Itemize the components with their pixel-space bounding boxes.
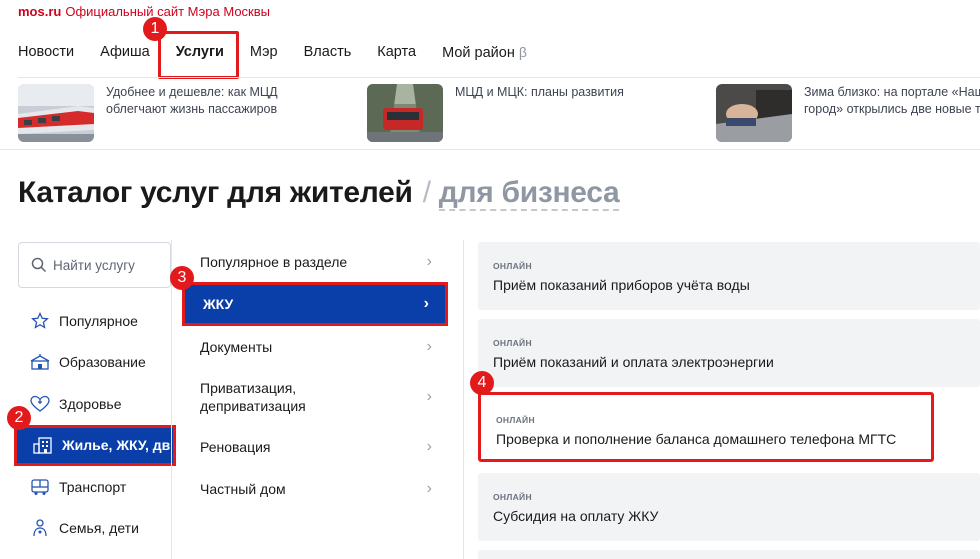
category-label: Популярное xyxy=(59,312,138,329)
chevron-right-icon: › xyxy=(426,338,432,355)
category-list: Популярное Образование Здоровье Жилье, Ж… xyxy=(14,300,176,549)
education-icon xyxy=(30,353,50,371)
step-badge-3: 3 xyxy=(170,266,194,290)
service-card[interactable]: ОНЛАЙН Приём показаний приборов учёта во… xyxy=(478,242,980,310)
nav-item-government[interactable]: Власть xyxy=(304,44,352,61)
column-divider xyxy=(171,240,172,559)
subcategory-list: Популярное в разделе › ЖКУ › Документы ›… xyxy=(182,242,448,510)
brand-logo[interactable]: mos.ru xyxy=(18,4,61,19)
chevron-right-icon: › xyxy=(423,295,429,312)
subcategory-label: Популярное в разделе xyxy=(200,254,348,270)
subcategory-label: Приватизация, деприватизация xyxy=(200,380,306,414)
nav-item-afisha[interactable]: Афиша xyxy=(100,44,150,61)
step-badge-4: 4 xyxy=(470,371,494,395)
news-title-line-1: Удобнее и дешевле: как МЦД xyxy=(106,85,278,99)
news-title-line-1: МЦД и МЦК: планы развития xyxy=(455,85,624,99)
subcategory-item-popular[interactable]: Популярное в разделе › xyxy=(182,242,448,282)
star-icon xyxy=(30,311,50,330)
news-title: МЦД и МЦК: планы развития xyxy=(455,84,624,142)
business-catalog-link[interactable]: для бизнеса xyxy=(438,176,620,211)
site-brand[interactable]: mos.ru Официальный сайт Мэра Москвы xyxy=(18,4,270,19)
chevron-right-icon: › xyxy=(426,253,432,270)
news-thumbnail xyxy=(716,84,792,142)
service-card[interactable]: ОНЛАЙН Проверка и пополнение баланса дом… xyxy=(478,392,934,462)
subcategory-item-renovation[interactable]: Реновация › xyxy=(182,426,448,468)
subcategory-label: Документы xyxy=(200,339,273,355)
nav-item-map[interactable]: Карта xyxy=(377,44,416,61)
health-icon xyxy=(30,395,50,413)
page-title: Каталог услуг для жителей / для бизнеса xyxy=(18,176,620,211)
news-title: Удобнее и дешевле: как МЦД облегчают жиз… xyxy=(106,84,278,142)
service-card[interactable]: ОНЛАЙН Субсидия на оплату ЖКУ xyxy=(478,473,980,541)
beta-badge: β xyxy=(518,44,527,60)
news-title-line-2: город» открылись две новые т xyxy=(804,102,980,116)
online-badge: ОНЛАЙН xyxy=(496,415,535,425)
subcategory-label: Реновация xyxy=(200,439,271,455)
category-label: Транспорт xyxy=(59,478,127,495)
top-nav: Новости Афиша Услуги Мэр Власть Карта Мо… xyxy=(18,44,553,61)
online-badge: ОНЛАЙН xyxy=(493,338,532,348)
news-card[interactable]: Удобнее и дешевле: как МЦД облегчают жиз… xyxy=(18,84,278,142)
category-label: Здоровье xyxy=(59,395,122,412)
service-search-input[interactable]: Найти услугу xyxy=(18,242,171,288)
nav-item-mayor[interactable]: Мэр xyxy=(250,44,278,61)
page-title-main: Каталог услуг для жителей xyxy=(18,176,413,209)
news-card[interactable]: МЦД и МЦК: планы развития xyxy=(367,84,624,142)
online-badge: ОНЛАЙН xyxy=(493,261,532,271)
news-title: Зима близко: на портале «Наш город» откр… xyxy=(804,84,980,142)
subcategory-label: ЖКУ xyxy=(203,296,234,312)
search-placeholder: Найти услугу xyxy=(53,257,135,273)
nav-item-my-district-label: Мой район xyxy=(442,45,515,61)
subcategory-item-privatization[interactable]: Приватизация, деприватизация › xyxy=(182,368,448,426)
category-label: Семья, дети xyxy=(59,520,139,537)
category-item-popular[interactable]: Популярное xyxy=(14,300,176,342)
service-card[interactable] xyxy=(478,550,980,559)
category-item-health[interactable]: Здоровье xyxy=(14,383,176,425)
news-title-line-1: Зима близко: на портале «Наш xyxy=(804,85,980,99)
search-icon xyxy=(31,257,47,273)
category-item-education[interactable]: Образование xyxy=(14,342,176,384)
category-label: Образование xyxy=(59,354,146,371)
family-icon xyxy=(30,519,50,537)
nav-divider xyxy=(18,77,980,78)
chevron-right-icon: › xyxy=(426,480,432,497)
news-thumbnail xyxy=(18,84,94,142)
chevron-right-icon: › xyxy=(426,388,432,405)
service-title: Субсидия на оплату ЖКУ xyxy=(493,508,659,524)
news-card[interactable]: Зима близко: на портале «Наш город» откр… xyxy=(716,84,980,142)
news-divider xyxy=(0,149,980,150)
online-badge: ОНЛАЙН xyxy=(493,492,532,502)
news-title-line-2: облегчают жизнь пассажиров xyxy=(106,102,278,116)
service-card[interactable]: ОНЛАЙН Приём показаний и оплата электроэ… xyxy=(478,319,980,387)
category-label: Жилье, ЖКУ, дв xyxy=(62,437,171,454)
step-badge-2: 2 xyxy=(7,406,31,430)
bus-icon xyxy=(30,478,50,496)
category-item-housing[interactable]: Жилье, ЖКУ, дв xyxy=(14,424,176,466)
news-thumbnail xyxy=(367,84,443,142)
house-icon xyxy=(33,436,53,454)
subcategory-item-documents[interactable]: Документы › xyxy=(182,326,448,368)
subcategory-label: Частный дом xyxy=(200,481,286,497)
service-title: Приём показаний приборов учёта воды xyxy=(493,277,750,293)
brand-tagline: Официальный сайт Мэра Москвы xyxy=(65,4,270,19)
chevron-right-icon: › xyxy=(426,438,432,455)
category-item-family[interactable]: Семья, дети xyxy=(14,508,176,550)
service-title: Проверка и пополнение баланса домашнего … xyxy=(496,431,897,447)
title-separator: / xyxy=(422,176,431,209)
subcategory-item-private-house[interactable]: Частный дом › xyxy=(182,468,448,510)
step-badge-1: 1 xyxy=(143,17,167,41)
column-divider xyxy=(463,240,464,559)
subcategory-item-zhku[interactable]: ЖКУ › xyxy=(182,282,448,326)
news-strip: Удобнее и дешевле: как МЦД облегчают жиз… xyxy=(18,84,980,144)
highlight-box-services xyxy=(158,31,239,79)
category-item-transport[interactable]: Транспорт xyxy=(14,466,176,508)
nav-item-my-district[interactable]: Мой район β xyxy=(442,44,527,61)
nav-item-news[interactable]: Новости xyxy=(18,44,74,61)
service-title: Приём показаний и оплата электроэнергии xyxy=(493,354,774,370)
